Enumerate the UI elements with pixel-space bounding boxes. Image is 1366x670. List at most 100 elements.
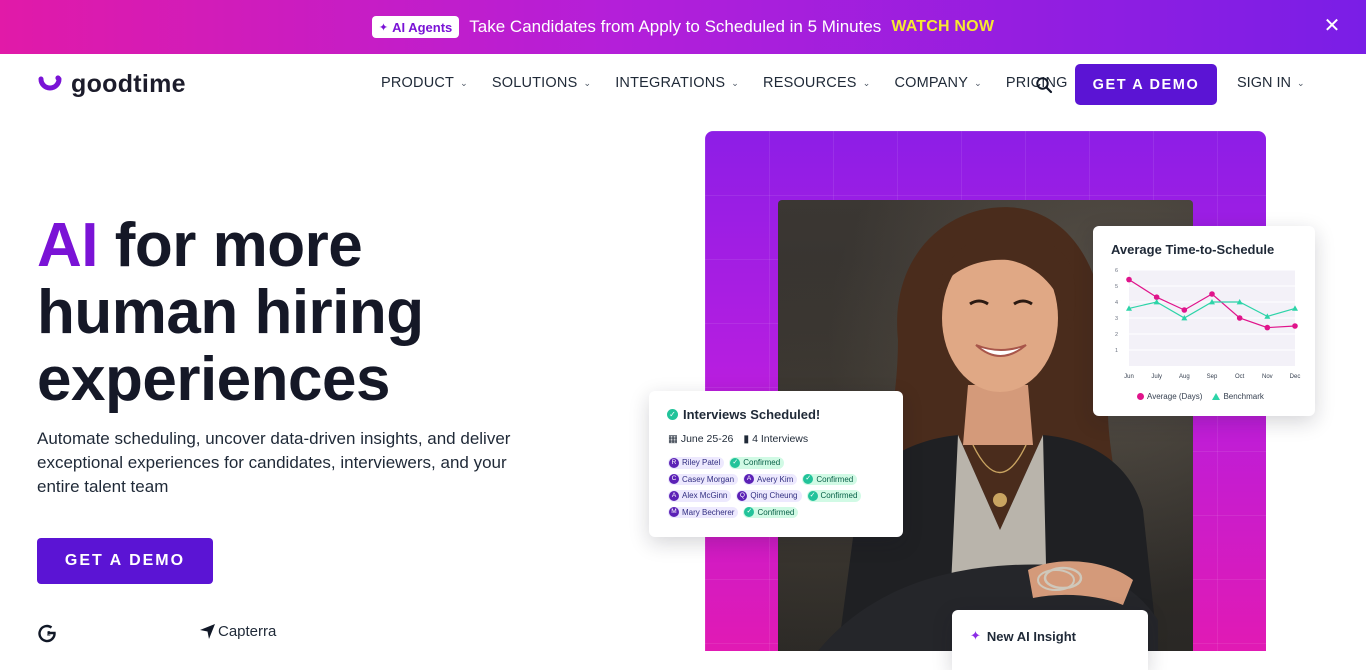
ai-agents-badge[interactable]: ✦ AI Agents [371, 16, 460, 38]
attendee-chip: C Casey Morgan [668, 473, 739, 485]
interview-rows: R Riley Patel ✓ Confirmed C Casey Morgan A Aver… [668, 457, 862, 518]
x-tick-label: Nov [1262, 374, 1273, 380]
attendee-name: Mary Becherer [682, 507, 735, 517]
close-icon[interactable]: ✕ [1322, 16, 1342, 36]
attendee-name: Avery Kim [757, 474, 794, 484]
attendee-name: Alex McGinn [682, 491, 728, 501]
y-tick-label: 5 [1115, 284, 1118, 290]
main-nav: goodtime PRODUCT ⌄ SOLUTIONS ⌄ INTEGRATION… [0, 54, 1366, 116]
watch-now-link[interactable]: WATCH NOW [891, 18, 994, 36]
confirmed-badge: ✓ Confirmed [743, 506, 799, 518]
attendee-chip: R Riley Patel [668, 457, 725, 469]
legend-dot-icon [1137, 393, 1144, 401]
goodtime-logo[interactable]: goodtime [37, 70, 186, 99]
nav-item-label: PRODUCT [381, 75, 455, 91]
hero-title-line3: experiences [37, 345, 390, 414]
avatar: A [744, 474, 755, 485]
x-tick-label: Dec [1290, 374, 1301, 380]
interviews-card-header: ✓ Interviews Scheduled! [667, 407, 820, 422]
chevron-down-icon: ⌄ [731, 77, 740, 88]
hero-subtitle: Automate scheduling, uncover data-driven… [37, 429, 511, 496]
attendee-chip: A Alex McGinn [668, 490, 732, 502]
attendee-name: Riley Patel [682, 458, 721, 468]
search-icon[interactable] [1035, 76, 1053, 94]
nav-get-demo-button[interactable]: GET A DEMO [1075, 64, 1217, 105]
date-range-label: June 25-26 [680, 433, 734, 445]
nav-item-label: SOLUTIONS [491, 75, 578, 91]
logo-text: goodtime [71, 70, 186, 98]
nav-item-resources[interactable]: RESOURCES ⌄ [763, 75, 870, 91]
attendee-chip: M Mary Becherer [668, 506, 739, 518]
nav-item-label: COMPANY [894, 75, 969, 91]
y-tick-label: 1 [1115, 348, 1118, 354]
attendee-name: Casey Morgan [682, 474, 735, 484]
nav-item-label: INTEGRATIONS [615, 75, 726, 91]
ai-insight-card: ✦ New AI Insight [952, 610, 1148, 670]
announcement-message: Take Candidates from Apply to Scheduled … [469, 17, 882, 36]
average-point [1264, 324, 1271, 331]
interview-row: R Riley Patel ✓ Confirmed [668, 457, 861, 469]
legend-triangle-icon [1212, 393, 1221, 401]
date-range: ▦ June 25-26 [668, 433, 733, 445]
hero-title: AI for more human hiring experiences [37, 212, 597, 413]
status-label: Confirmed [743, 458, 781, 468]
x-tick-label: Oct [1235, 374, 1245, 380]
attendee-chip: Q Qing Cheung [736, 490, 802, 502]
capterra-arrow-icon [200, 624, 215, 639]
ai-insight-title: New AI Insight [986, 628, 1076, 644]
average-point [1181, 307, 1188, 313]
sparkle-icon: ✦ [378, 21, 389, 34]
svg-text:2: 2 [47, 631, 51, 638]
interviews-meta: ▦ June 25-26 ▮ 4 Interviews [668, 433, 808, 445]
ai-agents-badge-label: AI Agents [392, 19, 453, 35]
nav-item-integrations[interactable]: INTEGRATIONS ⌄ [615, 75, 739, 91]
hero-get-demo-button[interactable]: GET A DEMO [37, 538, 213, 584]
nav-item-company[interactable]: COMPANY ⌄ [894, 75, 981, 91]
x-tick-label: Jun [1124, 374, 1134, 380]
x-tick-label: July [1151, 374, 1162, 380]
attendee-name: Qing Cheung [750, 491, 798, 501]
confirmed-badge: ✓ Confirmed [806, 490, 862, 502]
y-tick-label: 4 [1115, 300, 1118, 306]
average-point [1126, 276, 1132, 283]
average-point [1209, 291, 1215, 297]
interview-count-label: 4 Interviews [752, 433, 809, 445]
avatar: A [669, 490, 679, 501]
capterra-logo[interactable]: Capterra [199, 623, 276, 640]
check-circle-icon: ✓ [744, 507, 755, 518]
status-label: Confirmed [820, 491, 858, 501]
confirmed-badge: ✓ Confirmed [729, 457, 785, 469]
nav-item-solutions[interactable]: SOLUTIONS ⌄ [492, 75, 591, 91]
x-tick-label: Aug [1179, 374, 1190, 380]
chart-legend: Average (Days) Benchmark [1137, 392, 1264, 401]
confirmed-badge: ✓ Confirmed [802, 473, 858, 485]
logo-mark-icon [38, 74, 62, 90]
avatar: Q [737, 490, 748, 501]
g2-logo-icon[interactable]: 2 [37, 623, 57, 643]
status-label: Confirmed [816, 474, 854, 484]
average-point [1292, 323, 1298, 329]
chevron-down-icon: ⌄ [862, 77, 871, 88]
sign-in-menu[interactable]: SIGN IN ⌄ [1237, 75, 1305, 91]
sign-in-label: SIGN IN [1237, 75, 1291, 91]
interview-row: M Mary Becherer ✓ Confirmed [668, 506, 861, 518]
y-tick-label: 6 [1115, 268, 1118, 274]
avatar: C [669, 474, 679, 485]
capterra-label: Capterra [218, 623, 277, 640]
nav-item-product[interactable]: PRODUCT ⌄ [381, 75, 468, 91]
interviews-scheduled-card: ✓ Interviews Scheduled! ▦ June 25-26 ▮ 4… [649, 391, 903, 537]
legend-benchmark-label: Benchmark [1223, 392, 1264, 401]
interview-count: ▮ 4 Interviews [743, 433, 808, 445]
announcement-bar: ✦ AI Agents Take Candidates from Apply t… [0, 0, 1366, 54]
chevron-down-icon: ⌄ [974, 77, 982, 88]
nav-menu: PRODUCT ⌄ SOLUTIONS ⌄ INTEGRATIONS ⌄ RESOUR… [381, 75, 1092, 91]
nav-item-label: RESOURCES [763, 75, 857, 91]
interviews-card-title: Interviews Scheduled! [683, 407, 821, 422]
check-circle-icon: ✓ [667, 409, 678, 420]
avatar: M [669, 507, 679, 518]
interview-row: A Alex McGinn Q Qing Cheung ✓ Confirmed [668, 490, 862, 502]
check-circle-icon: ✓ [730, 457, 741, 468]
check-circle-icon: ✓ [807, 490, 818, 501]
legend-average: Average (Days) [1137, 392, 1202, 401]
chevron-down-icon: ⌄ [583, 77, 592, 88]
